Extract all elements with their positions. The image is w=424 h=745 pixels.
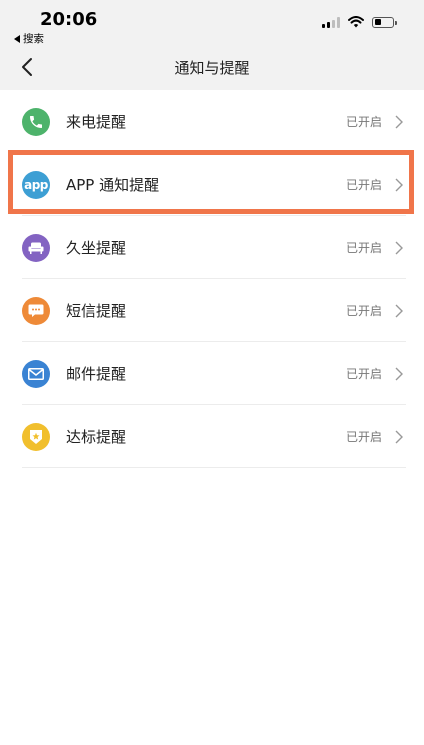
app-icon: app [22,170,50,199]
back-triangle-icon [14,34,20,43]
list-item-sedentary-reminder[interactable]: 久坐提醒 已开启 [0,216,424,279]
badge-icon [22,422,50,451]
mail-icon [22,359,50,388]
item-label: 久坐提醒 [66,239,127,257]
phone-icon [22,107,50,136]
chevron-right-icon [395,430,403,443]
app-icon-text: app [24,177,48,192]
list-item-call-reminder[interactable]: 来电提醒 已开启 [0,90,424,153]
chevron-right-icon [395,178,403,191]
back-to-app-link[interactable]: 搜索 [14,31,44,46]
item-status: 已开启 [345,430,382,444]
item-status: 已开启 [345,241,382,255]
chevron-right-icon [395,241,403,254]
top-bar: 20:06 搜索 通知与提醒 [0,0,424,90]
back-app-label: 搜索 [23,33,44,45]
sofa-icon [22,233,50,262]
item-label: 邮件提醒 [66,365,127,383]
item-status: 已开启 [345,178,382,192]
chevron-right-icon [395,115,403,128]
item-status: 已开启 [345,304,382,318]
item-status: 已开启 [345,115,382,129]
page-title: 通知与提醒 [174,59,250,77]
item-label: 短信提醒 [66,302,127,320]
status-icons [322,16,397,28]
message-icon [22,296,50,325]
cellular-signal-icon [322,16,340,28]
item-label: 达标提醒 [66,428,127,446]
item-label: APP 通知提醒 [66,176,160,194]
item-status: 已开启 [345,367,382,381]
battery-icon [372,16,397,28]
list-item-app-notification[interactable]: app APP 通知提醒 已开启 [0,153,424,216]
chevron-right-icon [395,367,403,380]
list-item-goal-reminder[interactable]: 达标提醒 已开启 [0,405,424,468]
wifi-icon [348,16,364,28]
item-label: 来电提醒 [66,113,127,131]
status-time: 20:06 [40,9,98,30]
list-item-sms-reminder[interactable]: 短信提醒 已开启 [0,279,424,342]
settings-list: 来电提醒 已开启 app APP 通知提醒 已开启 久坐提醒 已开启 短信提醒 … [0,90,424,468]
list-item-mail-reminder[interactable]: 邮件提醒 已开启 [0,342,424,405]
chevron-right-icon [395,304,403,317]
